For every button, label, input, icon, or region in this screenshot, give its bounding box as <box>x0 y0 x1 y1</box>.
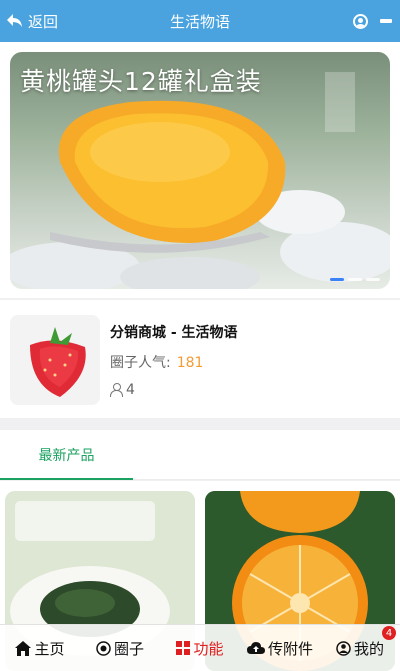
nav-circle-label: 圈子 <box>113 639 144 658</box>
shop-name: 分销商城 - 生活物语 <box>110 325 238 341</box>
banner-image[interactable]: 黄桃罐头12罐礼盒装 <box>10 52 390 289</box>
carousel-dot[interactable] <box>330 278 344 281</box>
member-count-row: 4 <box>110 382 135 398</box>
nav-functions[interactable]: 功能 <box>160 625 240 671</box>
banner-section: 黄桃罐头12罐礼盒装 <box>0 42 400 298</box>
nav-upload-label: 传附件 <box>267 639 313 658</box>
nav-upload[interactable]: 传附件 <box>240 625 320 671</box>
popularity-row: 圈子人气: 181 <box>110 352 203 372</box>
nav-functions-label: 功能 <box>193 639 224 658</box>
carousel-dot[interactable] <box>348 278 362 281</box>
product-tabs: 最新产品 <box>0 430 400 480</box>
tab-latest-products[interactable]: 最新产品 <box>0 430 133 480</box>
shop-avatar <box>10 315 100 405</box>
strawberry-image <box>30 327 86 397</box>
nav-mine-label: 我的 <box>353 639 384 658</box>
grid-icon <box>176 641 191 655</box>
circle-target-icon <box>96 640 111 656</box>
back-arrow-icon <box>7 14 22 27</box>
popularity-label: 圈子人气: <box>110 355 171 371</box>
nav-mine[interactable]: 我的 4 <box>320 625 400 671</box>
nav-circle[interactable]: 圈子 <box>80 625 160 671</box>
back-button[interactable]: 返回 <box>6 0 58 42</box>
nav-home-label: 主页 <box>34 639 65 658</box>
member-count: 4 <box>126 382 135 398</box>
back-label: 返回 <box>28 12 59 31</box>
nav-home[interactable]: 主页 <box>0 625 80 671</box>
carousel-indicator <box>330 278 380 281</box>
top-bar: 返回 生活物语 <box>0 0 400 42</box>
menu-icon[interactable] <box>380 19 392 23</box>
page-title: 生活物语 <box>169 12 230 31</box>
account-icon[interactable] <box>353 13 368 29</box>
notification-badge: 4 <box>382 626 396 640</box>
shop-card[interactable]: 分销商城 - 生活物语 圈子人气: 181 4 <box>0 300 400 418</box>
user-icon <box>336 640 351 656</box>
person-icon <box>110 383 123 397</box>
cloud-upload-icon <box>246 642 265 654</box>
bottom-nav: 主页 圈子 功能 传附件 我的 4 <box>0 624 400 671</box>
banner-caption: 黄桃罐头12罐礼盒装 <box>20 67 262 96</box>
popularity-value: 181 <box>176 355 204 371</box>
carousel-dot[interactable] <box>366 278 380 281</box>
home-icon <box>15 640 32 656</box>
